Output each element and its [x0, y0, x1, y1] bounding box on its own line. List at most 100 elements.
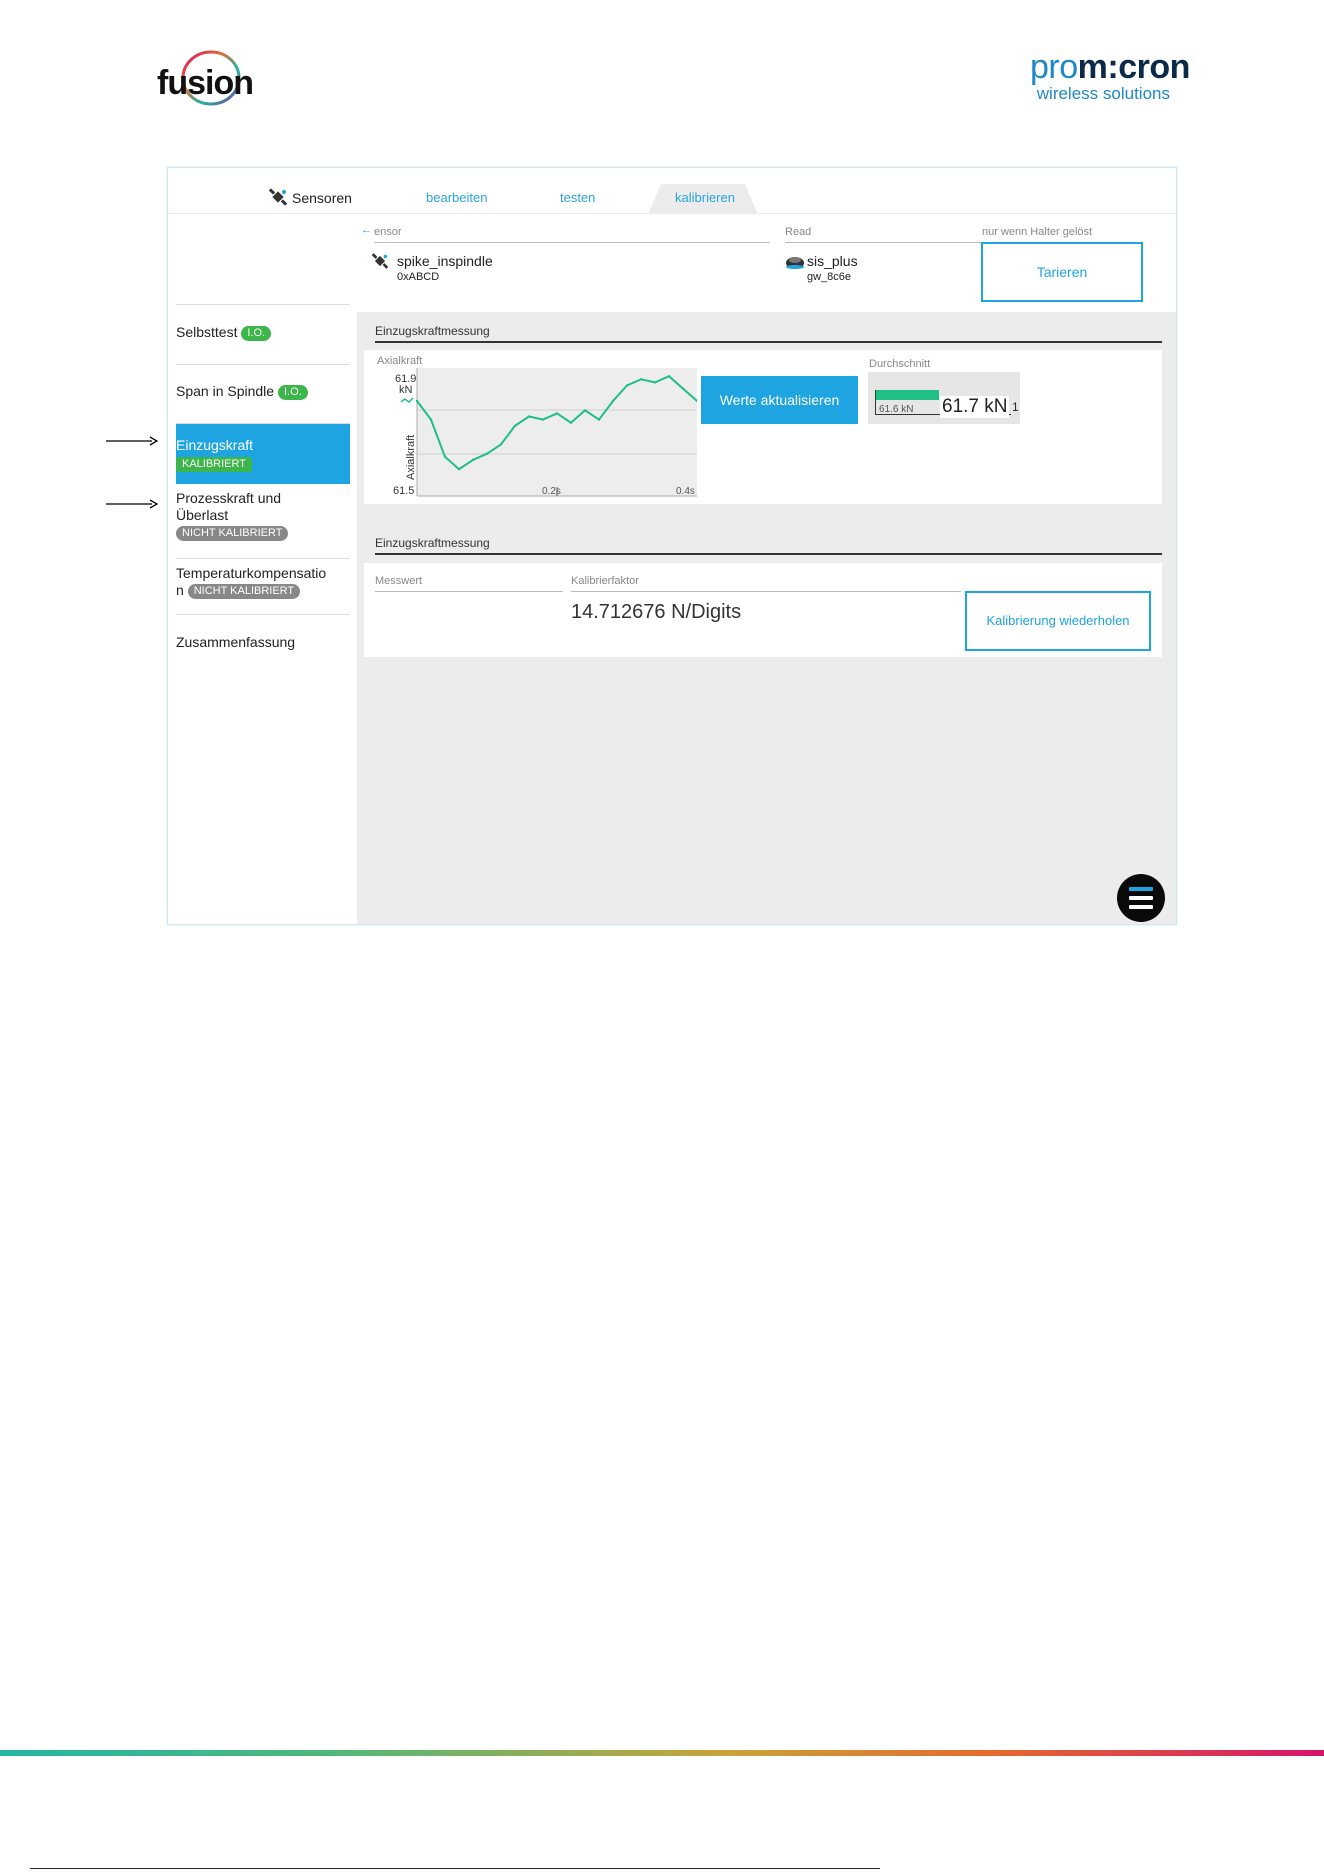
sidebar-item-einzugskraft[interactable]: Einzugskraft KALIBRIERT [176, 424, 350, 484]
chart-data-point [527, 415, 531, 418]
chart-data-point [653, 381, 657, 384]
footer-divider [30, 1868, 880, 1869]
update-values-button[interactable]: Werte aktualisieren [701, 376, 858, 424]
footer-gradient-bar [0, 1750, 1324, 1756]
sidebar-item-label-cont: Überlast [176, 507, 229, 523]
kalibrierfaktor-label: Kalibrierfaktor [571, 575, 639, 587]
chart-data-point [429, 418, 433, 421]
field-underline [374, 242, 770, 243]
sidebar-item-span-in-spindle[interactable]: Span in Spindle I.O. [176, 383, 350, 423]
menu-icon[interactable] [1117, 874, 1165, 922]
sensor-id: 0xABCD [397, 271, 440, 283]
app-window: Sensoren bearbeiten testen kalibrieren S… [167, 167, 1177, 925]
status-badge: NICHT KALIBRIERT [187, 583, 301, 599]
fusion-logo: fusion [155, 48, 255, 112]
promicron-logo-pro: pro [1030, 48, 1078, 86]
back-arrow-icon[interactable]: ← [361, 224, 372, 236]
calibration-panel: Messwert Kalibrierfaktor 14.712676 N/Dig… [364, 563, 1162, 657]
chart-data-point [485, 452, 489, 455]
divider [176, 364, 350, 365]
sidebar-item-label: Einzugskraft [176, 437, 254, 453]
promicron-logo-rest: m:cron [1077, 48, 1191, 86]
divider [176, 614, 350, 615]
chart-data-point [667, 375, 671, 378]
plot-area [417, 368, 697, 496]
annotation-arrow [106, 497, 159, 509]
section-underline [375, 341, 1162, 343]
trend-icon [400, 397, 414, 403]
gauge-tail: 1 [1012, 400, 1019, 414]
sensor-field-label: ensor [374, 226, 402, 238]
chart-data-point [639, 378, 643, 381]
divider [176, 558, 350, 559]
section-underline [375, 553, 1162, 555]
sidebar-item-selbsttest[interactable]: Selbsttest I.O. [176, 324, 350, 364]
y-tick-label: 61.5 [393, 485, 414, 497]
fusion-logo-text: fusion [157, 64, 254, 102]
tab-bearbeiten[interactable]: bearbeiten [426, 190, 487, 205]
chart-data-point [471, 458, 475, 462]
repeat-calibration-button[interactable]: Kalibrierung wiederholen [965, 591, 1151, 651]
tare-hint: nur wenn Halter gelöst [982, 226, 1093, 238]
chart-data-point [415, 399, 419, 403]
field-underline [785, 242, 983, 243]
nav-sensoren[interactable]: Sensoren [292, 190, 352, 206]
main-content: ← ensor spike_inspindle 0xABCD Read sis_… [357, 214, 1176, 924]
sidebar-item-label-cont: n [176, 582, 184, 598]
chart-data-point [611, 399, 615, 403]
sensor-header: ← ensor spike_inspindle 0xABCD Read sis_… [357, 214, 1176, 312]
axialkraft-chart-svg: 61.9 kN 61.5 Axialkraft 0.2s 0.4s [393, 368, 699, 497]
sidebar-item-label: Zusammenfassung [176, 634, 296, 650]
tab-kalibrieren[interactable]: kalibrieren [675, 190, 735, 205]
chart-data-point [541, 418, 545, 421]
chart-title: Axialkraft [377, 355, 423, 367]
chart-data-point [569, 421, 573, 424]
messwert-label: Messwert [375, 575, 423, 587]
x-tick-label: 0.2s [542, 486, 561, 497]
sidebar-item-label: Prozesskraft und [176, 490, 282, 506]
chart-data-point [681, 387, 685, 390]
chart-data-point [625, 384, 629, 387]
chart-data-point [555, 412, 559, 415]
y-axis-label: Axialkraft [405, 435, 417, 480]
tare-button[interactable]: Tarieren [981, 242, 1143, 302]
chart-data-point [457, 468, 461, 471]
sidebar-item-label: Span in Spindle [176, 383, 275, 399]
promicron-logo: prom:cron wireless solutions [1030, 48, 1190, 110]
gauge-min-label: 61.6 kN [879, 404, 914, 415]
satellite-icon [371, 252, 389, 275]
tab-testen[interactable]: testen [560, 190, 595, 205]
status-badge: I.O. [241, 325, 272, 341]
average-label: Durchschnitt [869, 358, 931, 370]
chart-data-point [597, 418, 601, 421]
chart-data-point [513, 424, 517, 427]
reader-name: sis_plus [807, 253, 858, 269]
reader-field-label: Read [785, 226, 812, 238]
y-unit-label: kN [399, 384, 413, 396]
average-value: 61.7 kN [940, 396, 1010, 418]
chart-data-point [499, 443, 503, 446]
sensor-name: spike_inspindle [397, 253, 493, 269]
kalibrierfaktor-value: 14.712676 N/Digits [571, 601, 742, 623]
divider [176, 304, 350, 305]
chart-data-point [443, 455, 447, 458]
section-title: Einzugskraftmessung [375, 536, 490, 550]
promicron-tagline: wireless solutions [1036, 84, 1170, 103]
reader-id: gw_8c6e [807, 271, 852, 283]
field-underline [571, 591, 961, 592]
sidebar-item-label: Selbsttest [176, 324, 238, 340]
chart-data-point [583, 409, 587, 412]
annotation-arrow [106, 434, 159, 446]
satellite-icon [268, 187, 288, 212]
sidebar-item-temperaturkompensation[interactable]: Temperaturkompensatio n NICHT KALIBRIERT [176, 565, 350, 613]
sidebar-item-zusammenfassung[interactable]: Zusammenfassung [176, 634, 350, 664]
status-badge: NICHT KALIBRIERT [176, 525, 289, 541]
average-gauge: 61.6 kN 61.7 kN 1 [868, 372, 1020, 424]
sidebar-item-prozesskraft[interactable]: Prozesskraft und Überlast NICHT KALIBRIE… [176, 490, 350, 550]
sidebar-item-label: Temperaturkompensatio [176, 565, 327, 581]
top-nav: Sensoren bearbeiten testen kalibrieren [168, 168, 1176, 214]
status-badge: I.O. [277, 384, 308, 400]
status-badge: KALIBRIERT [176, 456, 252, 472]
field-underline [375, 591, 563, 592]
measurement-panel: Axialkraft 61.9 kN 61.5 Axialkraft 0.2s … [364, 350, 1162, 504]
